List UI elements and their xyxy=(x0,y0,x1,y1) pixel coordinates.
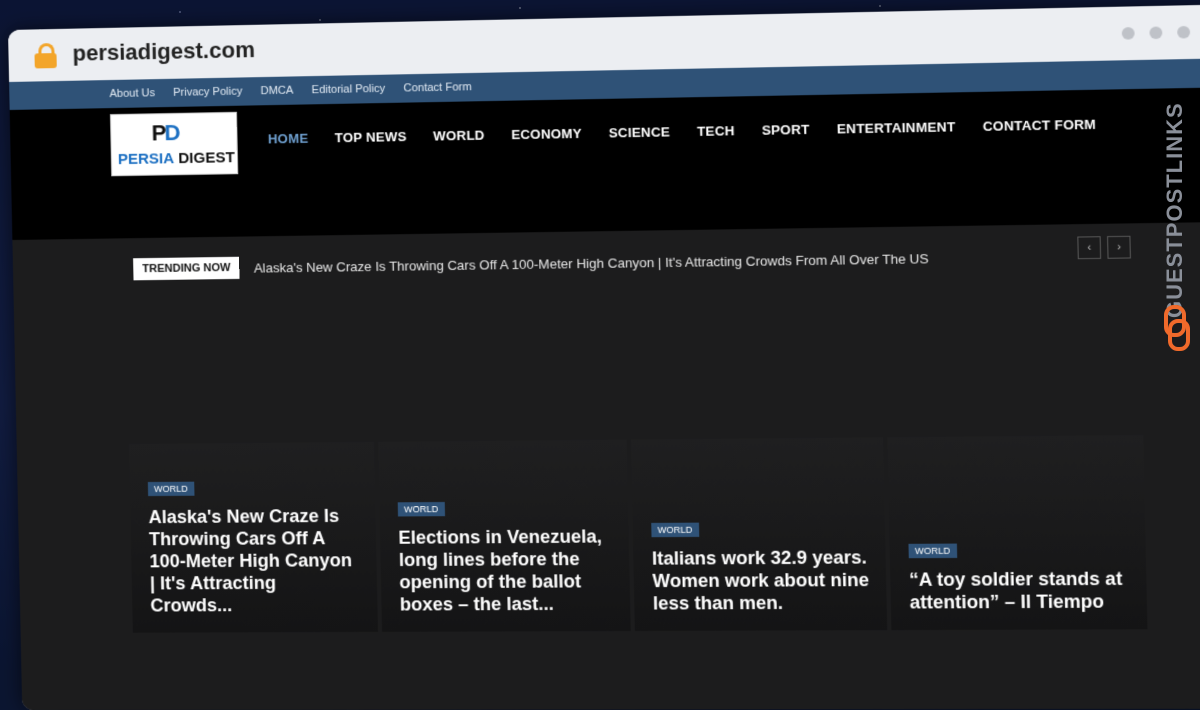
topbar-link-privacy[interactable]: Privacy Policy xyxy=(173,86,242,99)
nav-sport[interactable]: SPORT xyxy=(762,122,810,138)
window-controls xyxy=(1121,25,1191,40)
content-area: TRENDING NOW Alaska's New Craze Is Throw… xyxy=(12,221,1200,710)
next-arrow-icon[interactable]: › xyxy=(1107,235,1131,259)
nav-top-news[interactable]: TOP NEWS xyxy=(335,129,407,145)
logo-name-persia: PERSIA xyxy=(117,150,175,169)
trending-headline[interactable]: Alaska's New Craze Is Throwing Cars Off … xyxy=(254,251,929,276)
topbar-link-about[interactable]: About Us xyxy=(109,87,155,100)
trending-bar: TRENDING NOW Alaska's New Craze Is Throw… xyxy=(133,247,929,281)
browser-window: persiadigest.com About Us Privacy Policy… xyxy=(8,4,1200,710)
featured-card[interactable]: WORLD Italians work 32.9 years. Women wo… xyxy=(630,437,888,631)
lock-icon xyxy=(34,43,57,69)
nav-tech[interactable]: TECH xyxy=(697,123,735,139)
dot-icon[interactable] xyxy=(1177,25,1191,39)
category-badge[interactable]: WORLD xyxy=(908,543,957,559)
featured-cards: WORLD Alaska's New Craze Is Throwing Car… xyxy=(128,434,1148,633)
nav-contact-form[interactable]: CONTACT FORM xyxy=(983,117,1097,134)
card-title[interactable]: Alaska's New Craze Is Throwing Cars Off … xyxy=(148,505,363,617)
logo-mark-p: P xyxy=(151,120,165,146)
nav-entertainment[interactable]: ENTERTAINMENT xyxy=(837,119,956,136)
topbar-link-editorial[interactable]: Editorial Policy xyxy=(312,83,386,97)
chain-link-icon xyxy=(1164,305,1190,351)
category-badge[interactable]: WORLD xyxy=(397,501,445,517)
logo-mark-d: D xyxy=(164,119,179,146)
featured-card[interactable]: WORLD Alaska's New Craze Is Throwing Car… xyxy=(128,441,378,633)
prev-arrow-icon[interactable]: ‹ xyxy=(1077,236,1102,260)
nav-world[interactable]: WORLD xyxy=(433,128,485,144)
logo-name-digest: DIGEST xyxy=(173,149,235,168)
category-badge[interactable]: WORLD xyxy=(651,522,699,538)
website: About Us Privacy Policy DMCA Editorial P… xyxy=(9,58,1200,710)
card-title[interactable]: “A toy soldier stands at attention” – Il… xyxy=(909,567,1132,613)
category-badge[interactable]: WORLD xyxy=(147,481,194,497)
card-title[interactable]: Italians work 32.9 years. Women work abo… xyxy=(652,546,872,615)
logo-name: PERSIA DIGEST xyxy=(118,149,235,168)
site-header: PD PERSIA DIGEST HOME TOP NEWS WORLD ECO… xyxy=(9,87,1200,240)
logo-mark: PD xyxy=(151,120,178,147)
guestpostlinks-watermark: GUESTPOSTLINKS xyxy=(1158,60,1194,360)
watermark-text: GUESTPOSTLINKS xyxy=(1162,102,1187,318)
main-nav: HOME TOP NEWS WORLD ECONOMY SCIENCE TECH… xyxy=(268,117,1096,147)
trending-label: TRENDING NOW xyxy=(133,256,240,281)
site-logo[interactable]: PD PERSIA DIGEST xyxy=(109,111,239,177)
topbar-link-contact[interactable]: Contact Form xyxy=(403,81,471,94)
topbar-link-dmca[interactable]: DMCA xyxy=(260,85,293,98)
card-title[interactable]: Elections in Venezuela, long lines befor… xyxy=(398,525,616,615)
nav-home[interactable]: HOME xyxy=(268,131,309,147)
dot-icon[interactable] xyxy=(1149,26,1163,40)
featured-card[interactable]: WORLD Elections in Venezuela, long lines… xyxy=(378,439,631,632)
nav-science[interactable]: SCIENCE xyxy=(609,124,671,140)
featured-card[interactable]: WORLD “A toy soldier stands at attention… xyxy=(887,434,1148,631)
trending-arrows: ‹ › xyxy=(1077,235,1131,260)
url-text[interactable]: persiadigest.com xyxy=(72,37,255,67)
nav-economy[interactable]: ECONOMY xyxy=(511,126,582,142)
dot-icon[interactable] xyxy=(1121,27,1135,40)
